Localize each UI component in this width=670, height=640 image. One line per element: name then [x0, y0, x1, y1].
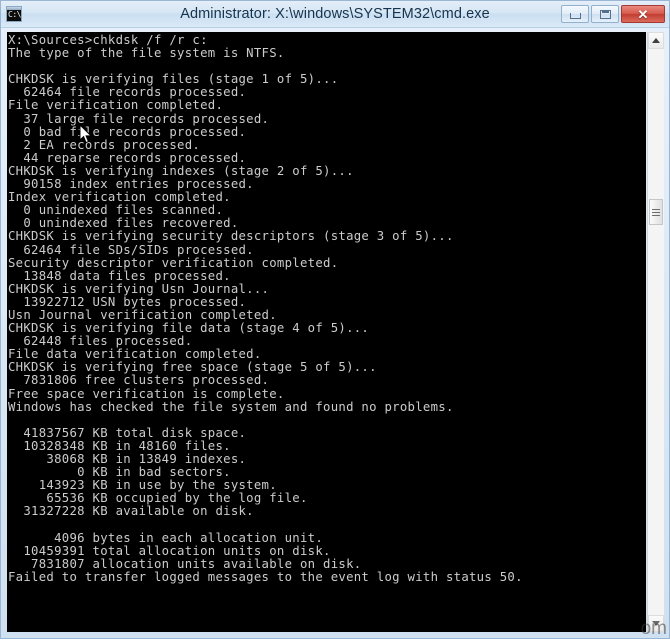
close-icon: ✕: [637, 6, 649, 22]
maximize-button[interactable]: [591, 5, 619, 23]
scrollbar-track[interactable]: [648, 49, 664, 615]
command-prompt-window: C:\ Administrator: X:\windows\SYSTEM32\c…: [0, 0, 670, 639]
cmd-console-icon[interactable]: C:\: [6, 6, 22, 22]
chevron-down-icon: [652, 621, 660, 626]
scrollbar-grip-icon: [652, 208, 660, 216]
minimize-icon: [569, 13, 581, 19]
scroll-down-button[interactable]: [648, 615, 664, 632]
vertical-scrollbar[interactable]: [647, 32, 664, 632]
close-button[interactable]: ✕: [621, 5, 665, 23]
console-output-area[interactable]: X:\Sources>chkdsk /f /r c: The type of t…: [7, 32, 646, 632]
console-text: X:\Sources>chkdsk /f /r c: The type of t…: [8, 33, 523, 584]
chevron-up-icon: [652, 38, 660, 43]
window-client-area: X:\Sources>chkdsk /f /r c: The type of t…: [1, 28, 669, 638]
maximize-icon: [599, 9, 611, 19]
window-controls: ✕: [561, 5, 665, 23]
icon-prompt-text: C:\: [8, 10, 21, 19]
scrollbar-thumb[interactable]: [649, 199, 663, 225]
scroll-up-button[interactable]: [648, 32, 664, 49]
title-bar[interactable]: C:\ Administrator: X:\windows\SYSTEM32\c…: [1, 1, 669, 28]
minimize-button[interactable]: [561, 5, 589, 23]
